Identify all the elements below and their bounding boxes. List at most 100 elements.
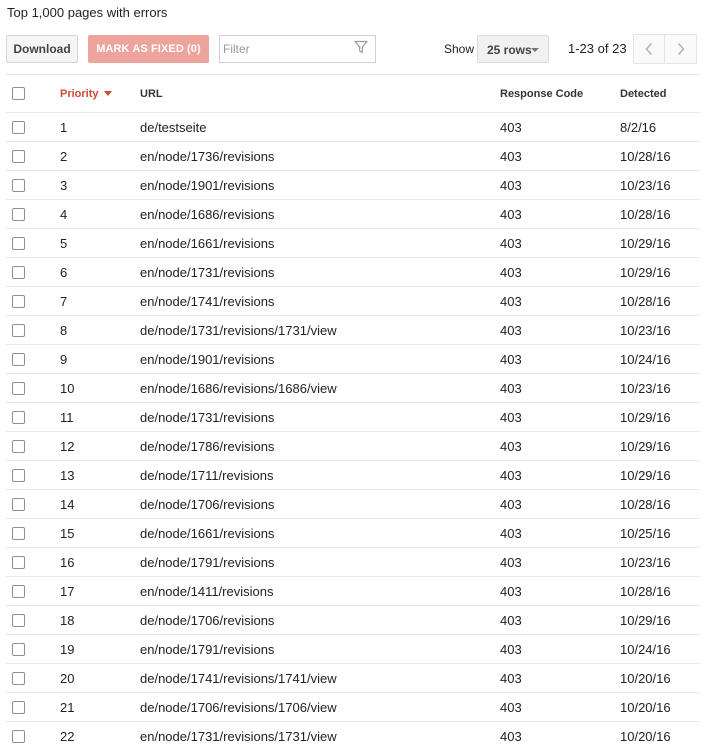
row-checkbox[interactable] (12, 178, 25, 192)
mark-as-fixed-button[interactable]: MARK AS FIXED (0) (88, 35, 209, 63)
row-checkbox[interactable] (12, 149, 25, 163)
toolbar: Download MARK AS FIXED (0) Show 25 rows … (0, 34, 711, 64)
row-detected-date: 10/29/16 (620, 228, 700, 258)
row-url[interactable]: en/node/1731/revisions (140, 257, 500, 287)
row-response-code: 403 (500, 576, 620, 606)
table-row[interactable]: 10 en/node/1686/revisions/1686/view 403 10/… (6, 373, 700, 403)
column-header-url[interactable]: URL (140, 74, 500, 113)
row-checkbox[interactable] (12, 439, 25, 453)
row-checkbox[interactable] (12, 265, 25, 279)
row-checkbox[interactable] (12, 584, 25, 598)
row-checkbox[interactable] (12, 236, 25, 250)
row-url[interactable]: en/node/1686/revisions/1686/view (140, 373, 500, 403)
row-checkbox[interactable] (12, 120, 25, 134)
table-row[interactable]: 19 en/node/1791/revisions 403 10/24/16 (6, 634, 700, 664)
table-row[interactable]: 5 en/node/1661/revisions 403 10/29/16 (6, 228, 700, 258)
row-checkbox[interactable] (12, 729, 25, 743)
row-url[interactable]: en/node/1411/revisions (140, 576, 500, 606)
row-detected-date: 10/29/16 (620, 460, 700, 490)
table-row[interactable]: 14 de/node/1706/revisions 403 10/28/16 (6, 489, 700, 519)
table-row[interactable]: 16 de/node/1791/revisions 403 10/23/16 (6, 547, 700, 577)
table-row[interactable]: 8 de/node/1731/revisions/1731/view 403 10/2… (6, 315, 700, 345)
row-detected-date: 10/29/16 (620, 257, 700, 287)
row-url[interactable]: en/node/1791/revisions (140, 634, 500, 664)
row-checkbox[interactable] (12, 207, 25, 221)
row-response-code: 403 (500, 199, 620, 229)
row-url[interactable]: en/node/1741/revisions (140, 286, 500, 316)
dropdown-caret-icon (531, 48, 539, 52)
row-checkbox-cell (6, 460, 60, 490)
row-url[interactable]: de/node/1711/revisions (140, 460, 500, 490)
row-checkbox[interactable] (12, 671, 25, 685)
row-checkbox[interactable] (12, 526, 25, 540)
table-row[interactable]: 21 de/node/1706/revisions/1706/view 403 10/… (6, 692, 700, 722)
row-response-code: 403 (500, 518, 620, 548)
filter-funnel-icon[interactable] (354, 40, 368, 54)
header-checkbox-cell (6, 74, 60, 113)
row-priority: 22 (60, 721, 140, 751)
row-checkbox[interactable] (12, 410, 25, 424)
download-button[interactable]: Download (6, 35, 78, 63)
table-row[interactable]: 22 en/node/1731/revisions/1731/view 403 10/… (6, 721, 700, 751)
row-url[interactable]: de/node/1791/revisions (140, 547, 500, 577)
select-all-checkbox[interactable] (12, 87, 25, 100)
row-detected-date: 10/28/16 (620, 199, 700, 229)
table-row[interactable]: 15 de/node/1661/revisions 403 10/25/16 (6, 518, 700, 548)
table-row[interactable]: 11 de/node/1731/revisions 403 10/29/16 (6, 402, 700, 432)
next-page-button[interactable] (665, 34, 697, 64)
row-response-code: 403 (500, 489, 620, 519)
row-response-code: 403 (500, 373, 620, 403)
column-header-priority[interactable]: Priority (60, 74, 140, 113)
row-response-code: 403 (500, 547, 620, 577)
row-checkbox[interactable] (12, 497, 25, 511)
table-row[interactable]: 6 en/node/1731/revisions 403 10/29/16 (6, 257, 700, 287)
table-row[interactable]: 4 en/node/1686/revisions 403 10/28/16 (6, 199, 700, 229)
row-url[interactable]: de/node/1661/revisions (140, 518, 500, 548)
row-url[interactable]: de/node/1731/revisions/1731/view (140, 315, 500, 345)
table-row[interactable]: 2 en/node/1736/revisions 403 10/28/16 (6, 141, 700, 171)
row-checkbox[interactable] (12, 352, 25, 366)
row-url[interactable]: en/node/1731/revisions/1731/view (140, 721, 500, 751)
row-checkbox[interactable] (12, 700, 25, 714)
row-checkbox[interactable] (12, 323, 25, 337)
table-row[interactable]: 20 de/node/1741/revisions/1741/view 403 10/… (6, 663, 700, 693)
errors-table: Priority URL Response Code Detected 1 de/… (6, 74, 700, 751)
row-checkbox[interactable] (12, 294, 25, 308)
row-url[interactable]: de/node/1706/revisions/1706/view (140, 692, 500, 722)
table-row[interactable]: 17 en/node/1411/revisions 403 10/28/16 (6, 576, 700, 606)
row-response-code: 403 (500, 286, 620, 316)
row-checkbox[interactable] (12, 555, 25, 569)
column-header-response-code[interactable]: Response Code (500, 74, 620, 113)
column-header-detected[interactable]: Detected (620, 74, 700, 113)
row-url[interactable]: en/node/1736/revisions (140, 141, 500, 171)
row-url[interactable]: de/node/1731/revisions (140, 402, 500, 432)
row-url[interactable]: de/node/1786/revisions (140, 431, 500, 461)
table-row[interactable]: 3 en/node/1901/revisions 403 10/23/16 (6, 170, 700, 200)
table-row[interactable]: 9 en/node/1901/revisions 403 10/24/16 (6, 344, 700, 374)
table-row[interactable]: 13 de/node/1711/revisions 403 10/29/16 (6, 460, 700, 490)
row-priority: 18 (60, 605, 140, 635)
rows-per-page-select[interactable]: 25 rows (477, 35, 549, 63)
filter-field[interactable] (219, 35, 376, 63)
row-url[interactable]: de/node/1741/revisions/1741/view (140, 663, 500, 693)
row-url[interactable]: en/node/1901/revisions (140, 344, 500, 374)
row-checkbox[interactable] (12, 613, 25, 627)
table-row[interactable]: 7 en/node/1741/revisions 403 10/28/16 (6, 286, 700, 316)
previous-page-button[interactable] (633, 34, 665, 64)
row-url[interactable]: de/node/1706/revisions (140, 489, 500, 519)
table-row[interactable]: 12 de/node/1786/revisions 403 10/29/16 (6, 431, 700, 461)
table-row[interactable]: 1 de/testseite 403 8/2/16 (6, 112, 700, 142)
row-checkbox-cell (6, 170, 60, 200)
row-url[interactable]: en/node/1686/revisions (140, 199, 500, 229)
table-row[interactable]: 18 de/node/1706/revisions 403 10/29/16 (6, 605, 700, 635)
row-checkbox[interactable] (12, 642, 25, 656)
row-url[interactable]: en/node/1901/revisions (140, 170, 500, 200)
filter-input[interactable] (220, 36, 348, 62)
row-checkbox[interactable] (12, 468, 25, 482)
row-url[interactable]: de/node/1706/revisions (140, 605, 500, 635)
row-url[interactable]: en/node/1661/revisions (140, 228, 500, 258)
row-url[interactable]: de/testseite (140, 112, 500, 142)
row-checkbox[interactable] (12, 381, 25, 395)
row-priority: 7 (60, 286, 140, 316)
row-detected-date: 10/24/16 (620, 344, 700, 374)
